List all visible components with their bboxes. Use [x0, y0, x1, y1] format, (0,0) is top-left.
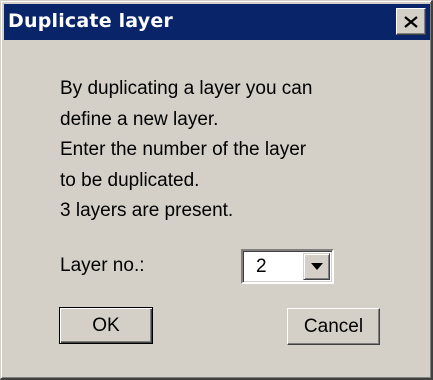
message-line: By duplicating a layer you can [60, 78, 313, 99]
dropdown-button[interactable] [303, 253, 330, 280]
ok-button[interactable]: OK [59, 307, 153, 344]
chevron-down-icon [310, 263, 323, 270]
close-icon [404, 15, 418, 28]
duplicate-layer-dialog: Duplicate layer By duplicating a layer y… [0, 0, 433, 380]
message-line: define a new layer. [60, 108, 219, 130]
layer-number-select[interactable]: 2 [241, 249, 334, 284]
message-text: By duplicating a layer you can define a … [60, 74, 312, 227]
close-button[interactable] [396, 8, 426, 35]
cancel-button[interactable]: Cancel [287, 308, 380, 345]
message-line: to be duplicated. [60, 169, 200, 191]
dialog-title: Duplicate layer [8, 10, 173, 32]
layer-number-label: Layer no.: [60, 255, 145, 276]
message-line: Enter the number of the layer [60, 139, 307, 160]
title-bar[interactable]: Duplicate layer [4, 4, 430, 40]
layer-number-value: 2 [256, 256, 267, 277]
message-line: 3 layers are present. [60, 200, 234, 221]
